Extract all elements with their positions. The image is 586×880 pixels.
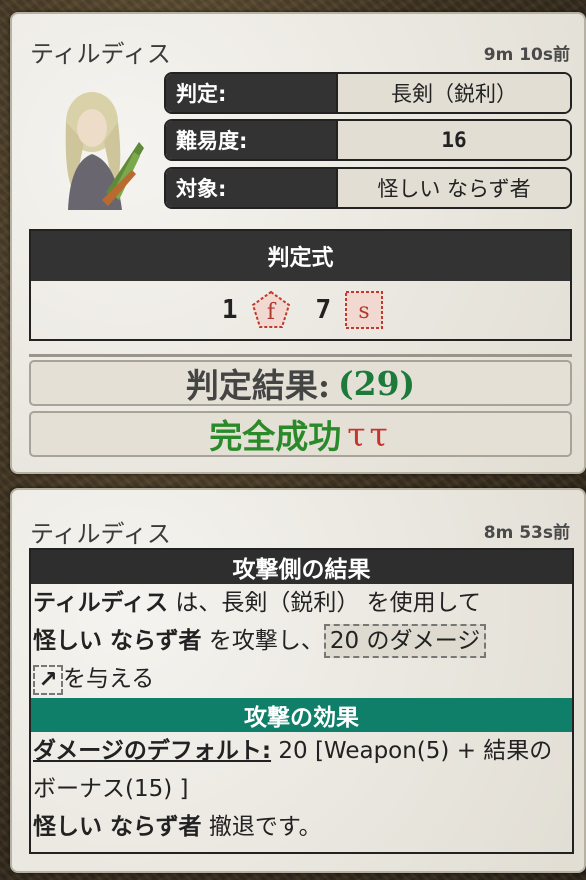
target-label: 対象: [166,169,336,207]
result-value: (29) [338,363,416,403]
retreat-text: 撤退です。 [201,814,322,840]
difficulty-value: 16 [336,121,570,159]
formula-title: 判定式 [31,231,570,281]
effect-description: ダメージのデフォルト: 20 [Weapon(5) + 結果のボーナス(15) … [31,732,572,846]
difficulty-row: 難易度: 16 [164,119,572,161]
attack-text: は、長剣（鋭利） を使用して [168,590,481,616]
divider [29,354,572,357]
check-value: 長剣（鋭利） [336,74,570,112]
attack-text: を与える [63,666,155,692]
chat-message-attack: ティルディス 8m 53s前 攻撃側の結果 ティルディス は、長剣（鋭利） を使… [10,488,586,873]
difficulty-label: 難易度: [166,121,336,159]
die-count: 7 [315,295,332,325]
retreat-target: 怪しい ならず者 [33,814,202,840]
damage-link[interactable]: 20 のダメージ [323,624,487,658]
chat-message-roll: ティルディス 9m 10s前 判定: 長剣（鋭利） 難易度: 16 対象: 怪し… [10,12,586,474]
target-value: 怪しい ならず者 [336,169,570,207]
check-row: 判定: 長剣（鋭利） [164,72,572,114]
roll-outcome: 完全成功 ττ [29,411,572,457]
result-label: 判定結果: [185,366,331,405]
effect-header: 攻撃の効果 [31,698,572,732]
check-label: 判定: [166,74,336,112]
attack-text: を攻撃し、 [201,628,324,654]
roll-formula[interactable]: 判定式 1 f 7 s [29,229,572,341]
timestamp: 8m 53s前 [483,523,570,543]
die-count: 1 [221,295,238,325]
actor-name: ティルディス [33,590,169,616]
outcome-text: 完全成功 [209,417,342,456]
attack-header: 攻撃側の結果 [31,550,572,584]
roll-result[interactable]: 判定結果: (29) [29,360,572,406]
fortune-die-icon: f [251,290,290,328]
attack-description: ティルディス は、長剣（鋭利） を使用して 怪しい ならず者 を攻撃し、 20 の… [31,584,572,698]
speaker-name: ティルディス [30,520,171,548]
attack-summary: 攻撃側の結果 ティルディス は、長剣（鋭利） を使用して 怪しい ならず者 を攻… [29,548,574,854]
dice-pool: 1 f 7 s [31,281,570,339]
triumph-icons: ττ [347,414,392,454]
character-portrait[interactable] [44,82,154,214]
skill-die-icon: s [345,291,384,329]
target-name: 怪しい ならず者 [33,628,202,654]
external-link-icon[interactable]: ↗ [33,664,63,695]
timestamp: 9m 10s前 [483,45,570,65]
skill-die-face: s [359,299,370,324]
target-row: 対象: 怪しい ならず者 [164,167,572,209]
speaker-name: ティルディス [30,40,171,68]
damage-default-label: ダメージのデフォルト: [33,738,272,764]
